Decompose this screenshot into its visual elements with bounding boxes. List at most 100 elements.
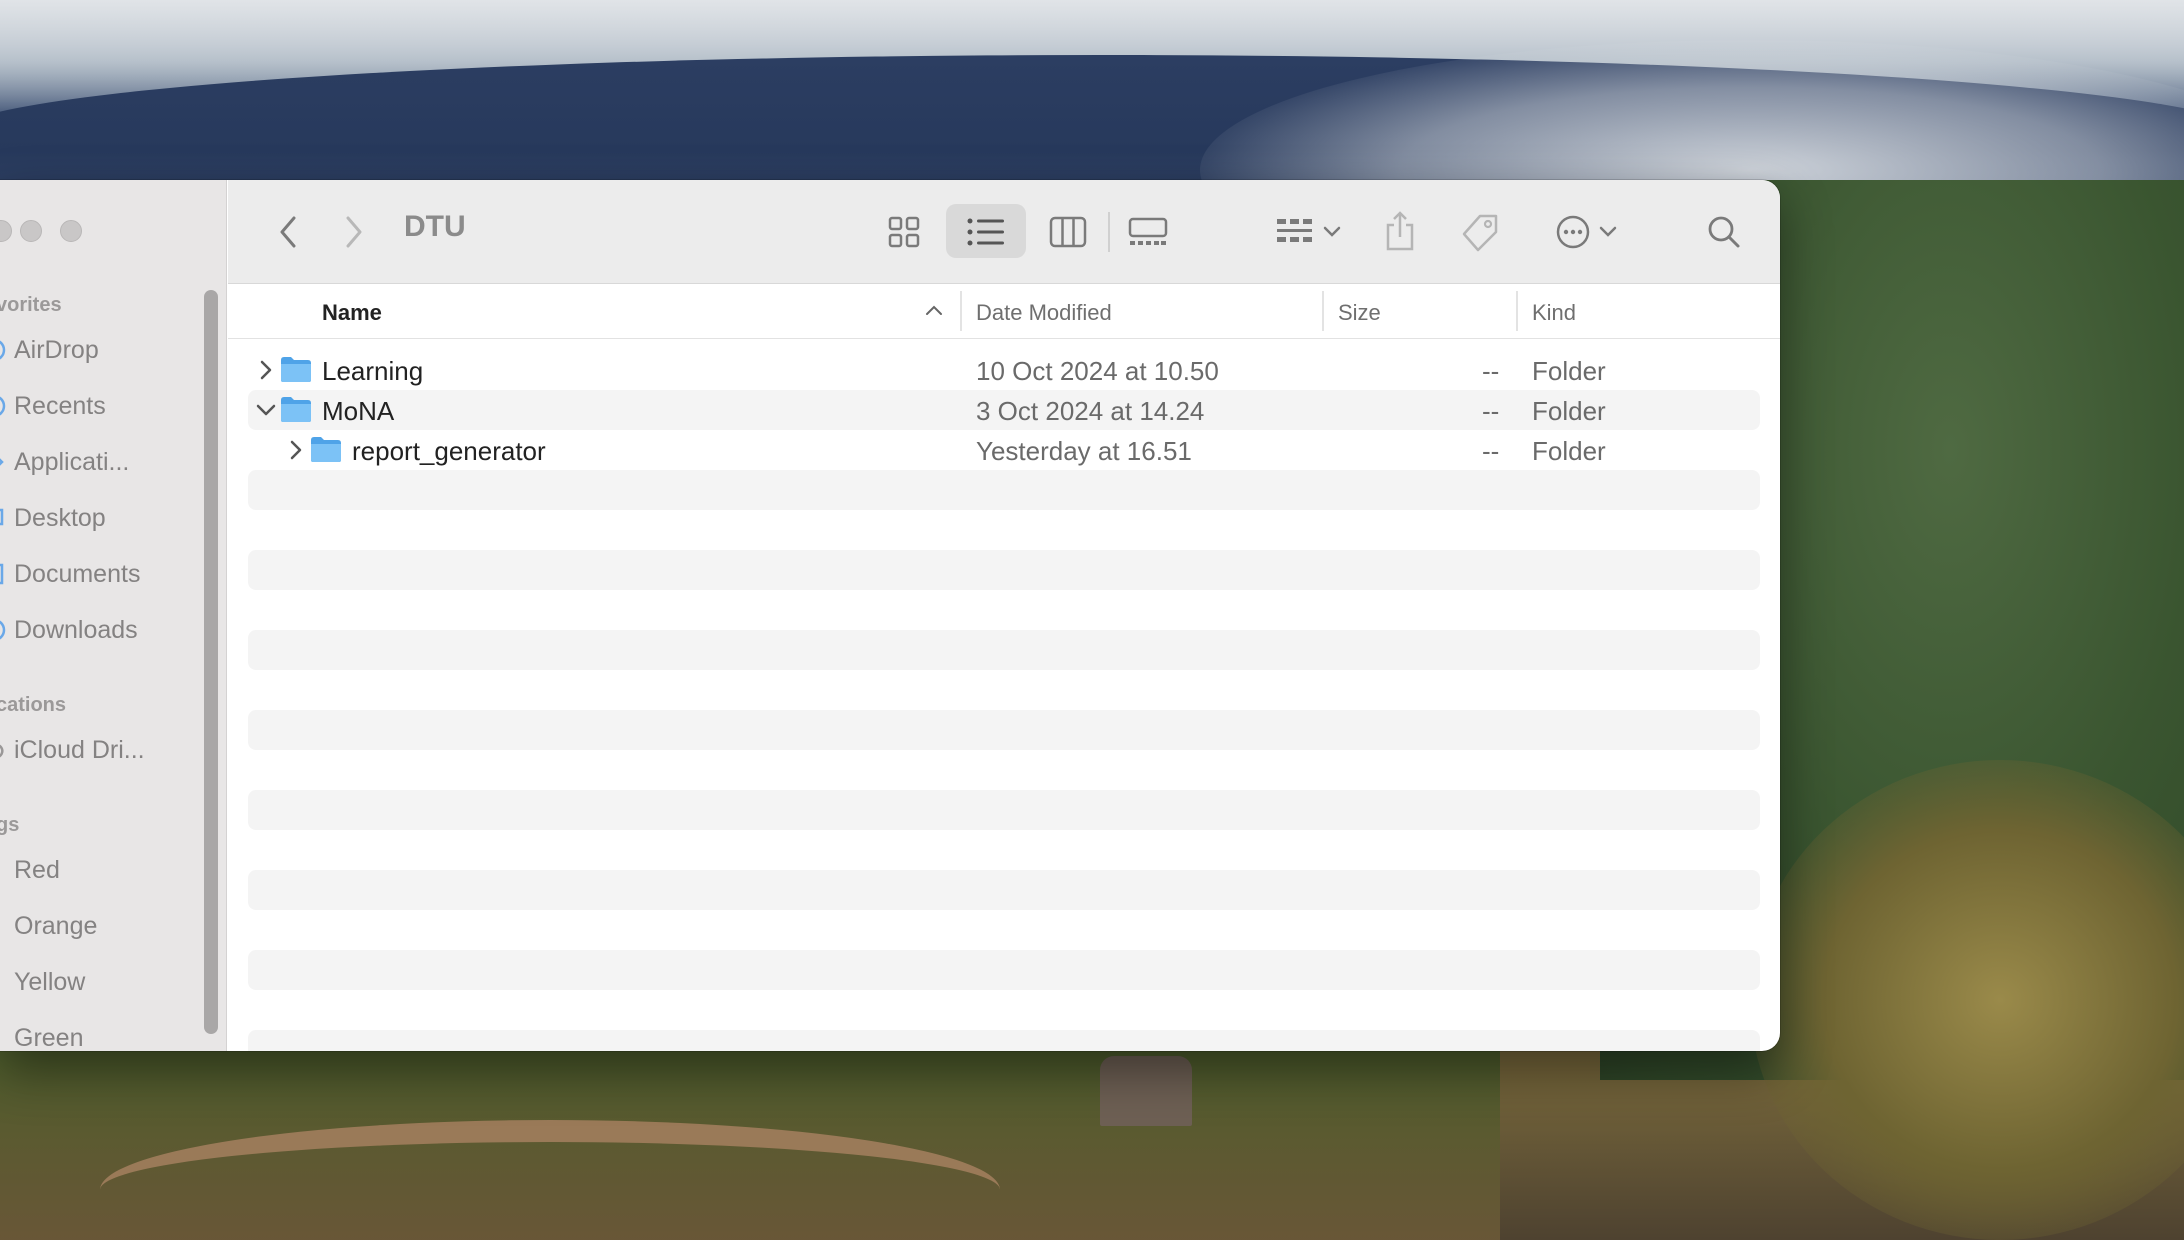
list-view-button[interactable]	[964, 210, 1008, 254]
toolbar-separator	[1108, 212, 1110, 252]
sidebar-item-icloud-drive[interactable]: iCloud Dri...	[0, 730, 145, 770]
table-row[interactable]: report_generator Yesterday at 16.51 -- F…	[248, 430, 1760, 470]
sort-ascending-icon	[926, 305, 942, 315]
empty-row	[248, 1030, 1760, 1051]
file-size: --	[1482, 356, 1500, 386]
column-header-date-modified[interactable]: Date Modified	[976, 300, 1112, 326]
sidebar-item-tag-yellow[interactable]: Yellow	[0, 962, 85, 1002]
toolbar: DTU	[228, 180, 1780, 284]
sidebar-item-recents[interactable]: Recents	[0, 386, 106, 426]
column-divider[interactable]	[1322, 291, 1324, 331]
chevron-down-icon	[1323, 226, 1341, 237]
folder-icon	[281, 357, 311, 382]
chevron-left-icon	[280, 216, 296, 248]
download-icon	[0, 617, 14, 643]
close-window-button[interactable]	[0, 220, 12, 242]
chevron-right-icon	[290, 440, 302, 460]
file-kind: Folder	[1532, 436, 1606, 466]
sidebar-section-locations: cations	[0, 694, 67, 716]
file-kind: Folder	[1532, 396, 1606, 426]
columns-icon	[1049, 216, 1087, 248]
column-view-button[interactable]	[1046, 210, 1090, 254]
file-kind: Folder	[1532, 356, 1606, 386]
column-header-kind[interactable]: Kind	[1532, 300, 1576, 326]
minimize-window-button[interactable]	[20, 220, 42, 242]
sidebar-item-label: Green	[14, 1023, 84, 1052]
file-name: MoNA	[322, 396, 395, 426]
ellipsis-circle-icon	[1556, 215, 1590, 249]
sidebar-item-downloads[interactable]: Downloads	[0, 610, 138, 650]
column-header: Name Date Modified Size Kind	[228, 285, 1780, 339]
sidebar-item-label: Downloads	[14, 615, 138, 644]
empty-row	[248, 710, 1760, 750]
zoom-window-button[interactable]	[60, 220, 82, 242]
sidebar-item-label: AirDrop	[14, 335, 99, 364]
sidebar-item-label: Orange	[14, 911, 98, 940]
sidebar-section-favorites: vorites	[0, 294, 62, 316]
sidebar-item-label: Recents	[14, 391, 106, 420]
column-divider[interactable]	[1516, 291, 1518, 331]
empty-row	[248, 550, 1760, 590]
sidebar-item-documents[interactable]: Documents	[0, 554, 140, 594]
tag-color-dot	[0, 863, 14, 877]
empty-row	[248, 950, 1760, 990]
tag-icon	[1462, 214, 1498, 252]
table-row[interactable]: MoNA 3 Oct 2024 at 14.24 -- Folder	[248, 390, 1760, 430]
folder-icon	[281, 397, 311, 422]
sidebar-section-tags: gs	[0, 814, 20, 836]
chevron-down-icon	[1599, 226, 1617, 237]
sidebar-item-label: Desktop	[14, 503, 106, 532]
column-header-size[interactable]: Size	[1338, 300, 1381, 326]
document-icon	[0, 561, 14, 587]
wallpaper-barn	[1100, 1056, 1192, 1126]
file-name: report_generator	[352, 436, 546, 466]
airdrop-icon	[0, 337, 14, 363]
sidebar: vorites AirDrop Recents Applicati... Des…	[0, 180, 227, 1051]
chevron-right-icon	[260, 360, 272, 380]
gallery-icon	[1128, 217, 1168, 245]
back-button[interactable]	[268, 210, 308, 254]
icon-view-button[interactable]	[882, 210, 926, 254]
tag-color-dot	[0, 1031, 14, 1045]
file-name: Learning	[322, 356, 424, 386]
folder-icon	[311, 437, 341, 462]
file-date-modified: 3 Oct 2024 at 14.24	[976, 396, 1205, 426]
group-icon	[1277, 219, 1312, 242]
search-icon	[1708, 216, 1740, 248]
sidebar-item-tag-red[interactable]: Red	[0, 850, 60, 890]
sidebar-item-airdrop[interactable]: AirDrop	[0, 330, 99, 370]
file-size: --	[1482, 436, 1500, 466]
sidebar-item-label: Documents	[14, 559, 141, 588]
empty-row	[248, 630, 1760, 670]
sidebar-item-tag-green[interactable]: Green	[0, 1018, 84, 1052]
share-icon	[1386, 211, 1414, 251]
search-button[interactable]	[1702, 210, 1746, 254]
column-divider[interactable]	[960, 291, 962, 331]
column-header-name[interactable]: Name	[322, 300, 382, 326]
chevron-down-icon	[256, 404, 276, 416]
sidebar-scrollbar[interactable]	[204, 290, 218, 1034]
tags-button[interactable]	[1458, 208, 1502, 256]
sidebar-item-label: Red	[14, 855, 60, 884]
cloud-icon	[0, 737, 14, 763]
applications-icon	[0, 449, 14, 475]
sidebar-item-tag-orange[interactable]: Orange	[0, 906, 97, 946]
file-date-modified: 10 Oct 2024 at 10.50	[976, 356, 1219, 386]
group-by-button[interactable]	[1268, 210, 1348, 254]
more-actions-button[interactable]	[1546, 210, 1626, 254]
tag-color-dot	[0, 975, 14, 989]
sidebar-item-applications[interactable]: Applicati...	[0, 442, 129, 482]
sidebar-item-desktop[interactable]: Desktop	[0, 498, 106, 538]
file-size: --	[1482, 396, 1500, 426]
table-row[interactable]: Learning 10 Oct 2024 at 10.50 -- Folder	[248, 350, 1760, 390]
gallery-view-button[interactable]	[1126, 210, 1170, 254]
window-title: DTU	[404, 210, 466, 243]
forward-button[interactable]	[334, 210, 374, 254]
grid-icon	[888, 216, 920, 248]
finder-window: vorites AirDrop Recents Applicati... Des…	[0, 180, 1780, 1051]
sidebar-item-label: iCloud Dri...	[14, 735, 145, 764]
file-date-modified: Yesterday at 16.51	[976, 436, 1192, 466]
sidebar-item-label: Yellow	[14, 967, 86, 996]
share-button[interactable]	[1378, 204, 1422, 258]
list-icon	[967, 218, 1004, 246]
